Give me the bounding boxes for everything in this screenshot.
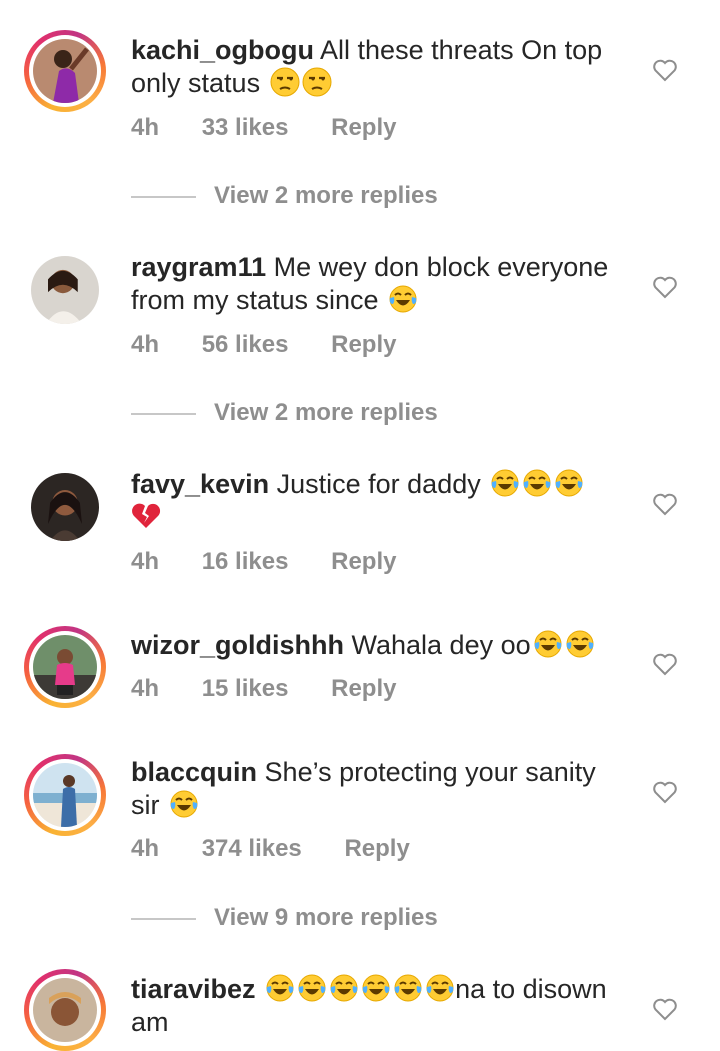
likes-count[interactable]: 16 likes xyxy=(202,548,289,575)
comment-text: Wahala dey oo xyxy=(351,630,531,660)
comment-text: Justice for daddy xyxy=(276,469,481,499)
like-heart-icon[interactable] xyxy=(652,997,678,1021)
unamused-emoji-icon xyxy=(302,67,332,97)
avatar[interactable] xyxy=(24,30,106,112)
like-heart-icon[interactable] xyxy=(652,780,678,804)
username[interactable]: wizor_goldishhh xyxy=(131,630,344,660)
view-more-replies-button[interactable]: View 9 more replies xyxy=(131,904,438,932)
comment-time: 4h xyxy=(131,331,160,358)
tears-of-joy-emoji-icon xyxy=(329,973,359,1003)
username[interactable]: raygram11 xyxy=(131,252,266,282)
replies-divider xyxy=(131,412,196,415)
like-heart-icon[interactable] xyxy=(652,58,678,82)
username[interactable]: tiaravibez xyxy=(131,974,256,1004)
tears-of-joy-emoji-icon xyxy=(361,973,391,1003)
view-more-replies-button[interactable]: View 2 more replies xyxy=(131,182,438,210)
avatar[interactable] xyxy=(24,626,106,708)
like-heart-icon[interactable] xyxy=(652,275,678,299)
tears-of-joy-emoji-icon xyxy=(490,468,520,498)
avatar[interactable] xyxy=(24,754,106,836)
likes-count[interactable]: 33 likes xyxy=(202,114,289,141)
tears-of-joy-emoji-icon xyxy=(265,973,295,1003)
reply-button[interactable]: Reply xyxy=(331,114,396,141)
reply-button[interactable]: Reply xyxy=(331,331,396,358)
tears-of-joy-emoji-icon xyxy=(393,973,423,1003)
tears-of-joy-emoji-icon xyxy=(169,789,199,819)
tears-of-joy-emoji-icon xyxy=(297,973,327,1003)
view-more-replies-button[interactable]: View 2 more replies xyxy=(131,399,438,427)
tears-of-joy-emoji-icon xyxy=(522,468,552,498)
like-heart-icon[interactable] xyxy=(652,492,678,516)
likes-count[interactable]: 56 likes xyxy=(202,331,289,358)
comment-time: 4h xyxy=(131,548,160,575)
view-replies-label: View 2 more replies xyxy=(214,182,438,209)
avatar[interactable] xyxy=(24,466,106,548)
comment-time: 4h xyxy=(131,835,160,862)
avatar[interactable] xyxy=(24,249,106,331)
unamused-emoji-icon xyxy=(270,67,300,97)
view-replies-label: View 9 more replies xyxy=(214,904,438,931)
replies-divider xyxy=(131,195,196,198)
reply-button[interactable]: Reply xyxy=(344,835,409,862)
view-replies-label: View 2 more replies xyxy=(214,399,438,426)
comment-time: 4h xyxy=(131,114,160,141)
tears-of-joy-emoji-icon xyxy=(554,468,584,498)
likes-count[interactable]: 374 likes xyxy=(202,835,302,862)
broken-heart-emoji-icon xyxy=(131,501,161,531)
reply-button[interactable]: Reply xyxy=(331,675,396,702)
tears-of-joy-emoji-icon xyxy=(565,629,595,659)
tears-of-joy-emoji-icon xyxy=(533,629,563,659)
replies-divider xyxy=(131,917,196,920)
comment-time: 4h xyxy=(131,675,160,702)
like-heart-icon[interactable] xyxy=(652,652,678,676)
avatar[interactable] xyxy=(24,969,106,1051)
tears-of-joy-emoji-icon xyxy=(388,284,418,314)
likes-count[interactable]: 15 likes xyxy=(202,675,289,702)
username[interactable]: kachi_ogbogu xyxy=(131,35,314,65)
username[interactable]: favy_kevin xyxy=(131,469,269,499)
tears-of-joy-emoji-icon xyxy=(425,973,455,1003)
reply-button[interactable]: Reply xyxy=(331,548,396,575)
username[interactable]: blaccquin xyxy=(131,757,257,787)
